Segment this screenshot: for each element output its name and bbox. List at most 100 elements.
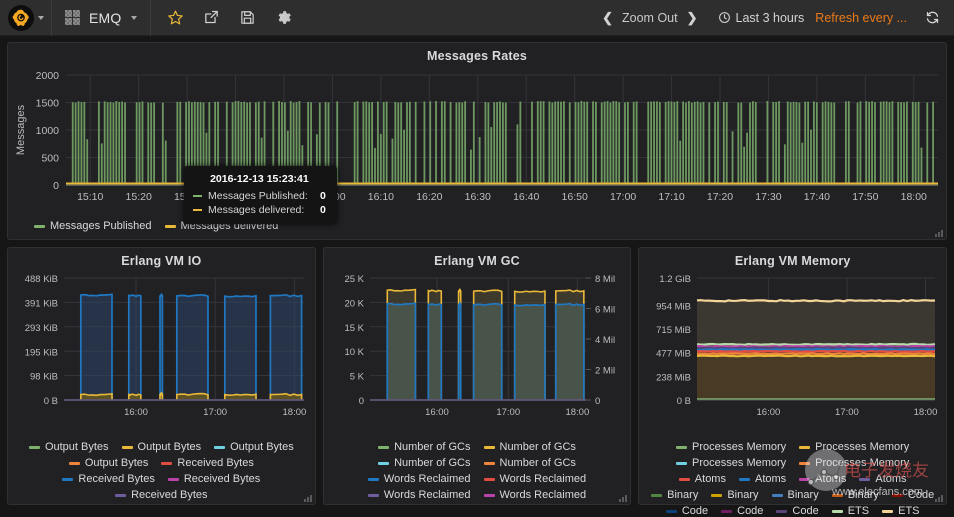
legend-item[interactable]: Output Bytes [122,441,202,453]
legend-item[interactable]: Code [776,505,818,517]
series-color-swatch [378,446,389,449]
plot-erlang-vm-io[interactable]: 0 B98 KiB195 KiB293 KiB391 KiB488 KiB16:… [8,270,315,438]
legend-item[interactable]: Atoms [799,473,846,485]
legend-item[interactable]: Binary [711,489,758,501]
legend-item-label: Processes Memory [692,441,786,453]
series-color-swatch [721,510,732,513]
time-range-picker[interactable]: Last 3 hours [718,11,805,25]
series-color-swatch [34,225,45,228]
legend-item[interactable]: Output Bytes [29,441,109,453]
caret-down-icon[interactable] [38,16,44,20]
legend-item[interactable]: Number of GCs [484,457,576,469]
svg-text:18:00: 18:00 [565,407,589,418]
legend-item-label: ETS [848,505,869,517]
svg-text:16:10: 16:10 [368,191,394,203]
svg-text:18:00: 18:00 [914,407,938,418]
legend-item[interactable]: ETS [832,505,869,517]
settings-gear-icon[interactable] [275,9,292,26]
legend-item[interactable]: Received Bytes [161,457,253,469]
save-icon[interactable] [239,9,256,26]
svg-text:477 MiB: 477 MiB [656,349,691,360]
legend-item[interactable]: Atoms [679,473,726,485]
panel-title-erlang-vm-io[interactable]: Erlang VM IO [8,248,315,270]
panel-title-messages-rates[interactable]: Messages Rates [8,43,946,65]
refresh-icon[interactable] [925,10,940,25]
series-color-swatch [651,494,662,497]
svg-text:17:40: 17:40 [804,191,830,203]
panel-title-erlang-vm-memory[interactable]: Erlang VM Memory [639,248,946,270]
grafana-home-button[interactable] [0,0,52,36]
svg-text:15:20: 15:20 [126,191,152,203]
legend-item[interactable]: Words Reclaimed [484,489,587,501]
legend-item-label: ETS [898,505,919,517]
series-color-swatch [676,462,687,465]
svg-text:391 KiB: 391 KiB [25,298,58,309]
svg-text:10 K: 10 K [344,347,364,358]
panel-resize-handle[interactable] [304,495,312,502]
legend-item[interactable]: Received Bytes [62,473,154,485]
series-color-swatch [859,478,870,481]
zoom-out-control[interactable]: ❮ Zoom Out ❯ [602,10,697,26]
legend-item[interactable]: Atoms [859,473,906,485]
plot-erlang-vm-memory[interactable]: 0 B238 MiB477 MiB715 MiB954 MiB1.2 GiB16… [639,270,946,438]
legend-item[interactable]: Atoms [739,473,786,485]
legend-item[interactable]: Number of GCs [378,457,470,469]
legend-item[interactable]: Words Reclaimed [368,473,471,485]
legend-item[interactable]: Output Bytes [69,457,149,469]
legend-item[interactable]: Processes Memory [676,441,786,453]
svg-text:17:20: 17:20 [707,191,733,203]
svg-text:16:20: 16:20 [416,191,442,203]
series-color-swatch [776,510,787,513]
legend-item[interactable]: Binary [772,489,819,501]
caret-down-icon[interactable] [131,16,137,20]
dashboard-body: Messages Rates 050010001500200015:1015:2… [0,36,954,505]
refresh-interval-label[interactable]: Refresh every ... [815,11,907,25]
legend-item[interactable]: Processes Memory [799,441,909,453]
legend-item[interactable]: Received Bytes [115,489,207,501]
plot-messages-rates[interactable]: 050010001500200015:1015:2015:3015:4015:5… [8,65,946,217]
legend-item[interactable]: ETS [882,505,919,517]
chevron-right-icon[interactable]: ❯ [687,10,698,26]
legend-item[interactable]: Words Reclaimed [484,473,587,485]
chart-erlang-vm-gc: 05 K10 K15 K20 K25 K02 Mil4 Mil6 Mil8 Mi… [324,270,630,438]
legend-item[interactable]: Code [666,505,708,517]
dashboard-picker[interactable]: EMQ [52,0,151,36]
zoom-out-label[interactable]: Zoom Out [622,11,678,25]
svg-text:0: 0 [595,396,600,407]
legend-erlang-vm-io: Output Bytes Output Bytes Output Bytes Outp… [8,438,315,501]
series-color-swatch [484,462,495,465]
legend-item[interactable]: Messages Published [34,220,152,232]
legend-item[interactable]: Code [892,489,934,501]
legend-item[interactable]: Messages delivered [165,220,279,232]
legend-item[interactable]: Number of GCs [378,441,470,453]
panel-resize-handle[interactable] [935,495,943,502]
chevron-left-icon[interactable]: ❮ [602,10,613,26]
series-color-swatch [62,478,73,481]
svg-text:17:00: 17:00 [203,407,227,418]
share-icon[interactable] [203,9,220,26]
chart-erlang-vm-memory: 0 B238 MiB477 MiB715 MiB954 MiB1.2 GiB16… [639,270,945,438]
legend-item[interactable]: Binary [832,489,879,501]
series-color-swatch [799,462,810,465]
legend-item[interactable]: Code [721,505,763,517]
legend-item[interactable]: Received Bytes [168,473,260,485]
legend-item[interactable]: Output Bytes [214,441,294,453]
series-color-swatch [666,510,677,513]
panel-title-erlang-vm-gc[interactable]: Erlang VM GC [324,248,631,270]
chart-erlang-vm-io: 0 B98 KiB195 KiB293 KiB391 KiB488 KiB16:… [8,270,314,438]
plot-erlang-vm-gc[interactable]: 05 K10 K15 K20 K25 K02 Mil4 Mil6 Mil8 Mi… [324,270,631,438]
panel-erlang-vm-memory: Erlang VM Memory 0 B238 MiB477 MiB715 Mi… [638,247,947,505]
panel-resize-handle[interactable] [935,230,943,237]
star-icon[interactable] [167,9,184,26]
panel-resize-handle[interactable] [619,495,627,502]
legend-item[interactable]: Processes Memory [676,457,786,469]
series-color-swatch [676,446,687,449]
legend-item[interactable]: Words Reclaimed [368,489,471,501]
series-color-swatch [711,494,722,497]
legend-item[interactable]: Processes Memory [799,457,909,469]
svg-text:15:10: 15:10 [77,191,103,203]
svg-text:17:00: 17:00 [610,191,636,203]
legend-item[interactable]: Binary [651,489,698,501]
legend-item[interactable]: Number of GCs [484,441,576,453]
series-color-swatch [799,446,810,449]
